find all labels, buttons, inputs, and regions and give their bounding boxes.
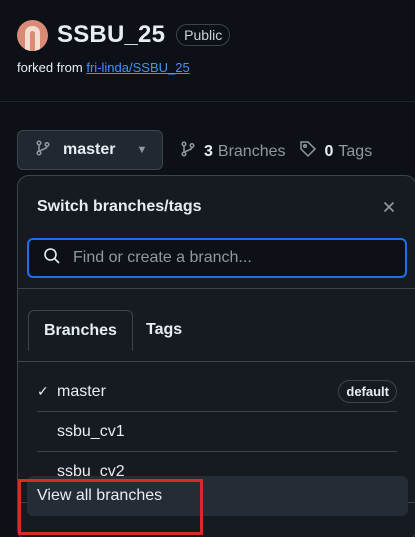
close-icon[interactable]	[381, 199, 397, 215]
search-icon	[43, 247, 61, 270]
chevron-down-icon: ▼	[136, 144, 148, 156]
repo-name[interactable]: SSBU_25	[57, 21, 165, 49]
branch-item-master[interactable]: ✓ master default	[37, 372, 397, 412]
branch-name: ssbu_cv1	[57, 422, 125, 440]
current-branch-label: master	[63, 141, 116, 158]
branches-link[interactable]: 3 Branches	[180, 141, 286, 162]
repo-header: SSBU_25 Public forked from fri-linda/SSB…	[17, 18, 415, 75]
branch-name: master	[57, 382, 106, 400]
header-divider	[0, 101, 415, 102]
branch-select-button[interactable]: master ▼	[17, 130, 163, 170]
tags-count: 0	[324, 142, 334, 160]
tab-branches[interactable]: Branches	[28, 310, 133, 351]
search-box[interactable]	[27, 238, 407, 278]
default-badge: default	[338, 380, 397, 403]
fork-prefix: forked from	[17, 60, 87, 75]
repo-stats: 3 Branches 0 Tags	[180, 140, 372, 163]
panel-tabs: Branches Tags	[18, 299, 415, 362]
git-branch-icon	[35, 139, 51, 161]
search-wrapper	[18, 238, 415, 278]
panel-title: Switch branches/tags	[37, 198, 202, 215]
fork-info: forked from fri-linda/SSBU_25	[17, 60, 415, 75]
branch-switcher-panel: Switch branches/tags Branches Tags ✓ mas…	[17, 175, 415, 537]
repo-title-row: SSBU_25 Public	[17, 18, 415, 52]
avatar[interactable]	[17, 19, 48, 51]
search-divider	[18, 288, 415, 289]
branches-label: Branches	[217, 142, 286, 160]
visibility-badge: Public	[176, 24, 231, 46]
fork-source-link[interactable]: fri-linda/SSBU_25	[86, 60, 189, 75]
panel-header: Switch branches/tags	[18, 176, 415, 238]
check-icon: ✓	[37, 383, 49, 399]
branch-list: ✓ master default ssbu_cv1 ssbu_cv2	[18, 362, 415, 492]
tags-label: Tags	[338, 142, 373, 160]
git-branch-icon	[180, 141, 196, 162]
tags-link[interactable]: 0 Tags	[299, 140, 373, 163]
tabs-divider	[18, 361, 415, 362]
branch-search-input[interactable]	[73, 249, 373, 267]
branch-item-ssbu-cv1[interactable]: ssbu_cv1	[37, 412, 397, 452]
tag-icon	[299, 140, 317, 163]
tab-tags[interactable]: Tags	[131, 310, 197, 350]
branches-count: 3	[204, 142, 213, 160]
view-all-branches-link[interactable]: View all branches	[27, 476, 408, 516]
